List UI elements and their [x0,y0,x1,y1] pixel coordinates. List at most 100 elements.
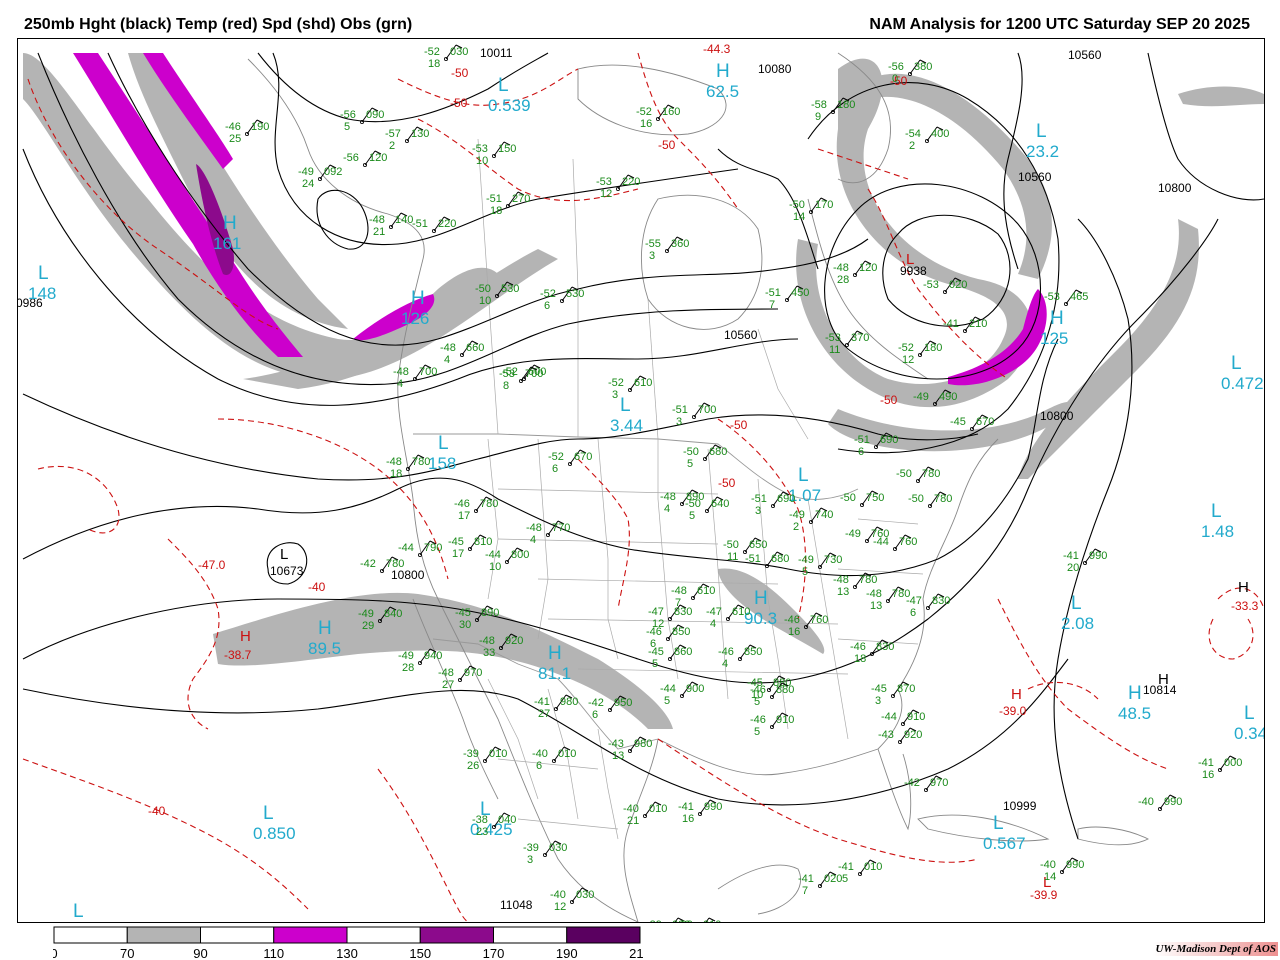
station-observation[interactable]: -44 900 5 [660,681,704,707]
height-contour-label: 10560 [1068,48,1102,62]
station-observation[interactable]: -50 750 [840,490,884,507]
station-observation[interactable]: -52 160 16 [636,104,680,130]
station-observation[interactable]: -48 660 4 [440,340,484,366]
height-contour-3 [22,148,799,406]
station-observation[interactable]: -39 010 26 [463,746,507,772]
obs-height: 490 [939,391,957,403]
station-observation[interactable]: -54 400 2 [905,126,949,152]
obs-dewpoint-depression: 29 [362,620,374,632]
station-observation[interactable]: -56 120 [343,150,387,168]
station-observation[interactable]: -48 780 18 [386,454,430,480]
station-observation[interactable]: -55 360 3 [645,236,689,262]
station-observation[interactable]: -42 950 6 [588,695,632,721]
station-observation[interactable]: -46 910 5 [750,712,794,738]
obs-height: 700 [525,368,543,380]
center-value: 1.48 [1201,522,1234,541]
station-observation[interactable]: -56 090 5 [340,107,384,133]
obs-temperature: -44 [660,683,676,695]
center-value: 161 [213,234,241,253]
station-observation[interactable]: -51 450 7 [765,285,809,311]
station-observation[interactable]: -49 092 24 [298,164,342,190]
station-observation[interactable]: -53 465 [1044,289,1088,306]
obs-height: 990 [1089,550,1107,562]
station-observation[interactable]: -39 010 [677,917,721,922]
station-observation[interactable]: -50 680 5 [683,444,727,470]
station-observation[interactable]: -47 830 6 [906,593,950,619]
pressure-center-label: L1.48 [1201,501,1234,541]
station-observation[interactable]: -50 780 [896,466,940,483]
weather-map[interactable]: 10011 10080 10560 10560 10800 0986 9938 10560 10… [17,38,1265,923]
station-observation[interactable]: -45 860 5 [648,644,692,670]
station-observation[interactable]: -57 130 2 [385,126,429,152]
station-observation[interactable]: -51 680 [745,551,789,569]
center-letter: L [438,433,449,454]
temp-contour-9 [377,768,469,922]
station-observation[interactable]: -40 990 [1138,794,1182,812]
obs-dewpoint-depression: 0 [892,73,898,85]
station-observation[interactable]: -48 700 4 [393,364,437,390]
center-value: 48.5 [1118,704,1151,723]
station-observation[interactable]: -53 150 10 [472,141,516,167]
station-observation[interactable]: -41 020 7 [798,871,842,897]
height-contour-label: 10673 [270,564,304,578]
station-observation[interactable]: -50 780 [908,491,952,508]
station-observation[interactable]: -51 700 3 [672,402,716,428]
station-observation[interactable]: -40 990 14 [1040,857,1084,883]
station-observation[interactable]: -40 010 21 [623,801,667,827]
obs-dewpoint-depression: 2 [389,140,395,152]
station-observation[interactable]: -46 780 17 [454,496,498,522]
obs-height: 780 [934,493,952,505]
station-observation[interactable]: -41 980 27 [534,694,578,720]
station-observation[interactable]: -48 78013 [866,586,910,612]
pressure-center-marker: H [1158,671,1169,688]
station-observation[interactable]: -40 030 12 [550,887,594,913]
station-observation[interactable]: -51 270 18 [486,191,530,217]
station-observation[interactable]: -48 970 27 [438,665,482,691]
obs-dewpoint-depression: 5 [754,696,760,708]
station-observation[interactable]: -50 640 5 [685,496,729,522]
obs-height: 760 [899,536,917,548]
station-observation[interactable]: -48 140 21 [369,212,413,238]
obs-temperature: -46 [454,498,470,510]
station-observation[interactable]: -46 850 4 [718,644,762,670]
station-observation[interactable]: -49 740 2 [789,507,833,533]
obs-height: 790 [424,542,442,554]
obs-temperature: -50 [908,493,924,505]
station-observation[interactable]: -41 990 16 [678,799,722,825]
obs-temperature: -39 [677,919,693,922]
obs-temperature: -41 [678,801,694,813]
station-observation[interactable]: -53 700 8 [499,366,543,392]
obs-temperature: -52 [636,106,652,118]
center-letter: L [1036,121,1047,142]
station-observation[interactable]: -53 220 12 [596,174,640,200]
obs-height: 840 [384,608,402,620]
obs-dewpoint-depression: 33 [483,647,495,659]
obs-height: 920 [904,729,922,741]
station-observation[interactable]: -41 000 16 [1198,755,1242,781]
station-observation[interactable]: -45 870 3 [871,681,915,707]
station-observation[interactable]: -48 770 4 [526,520,570,546]
station-observation[interactable]: -41 010 5 [838,859,882,885]
obs-height: 610 [732,606,750,618]
station-observation[interactable]: -49 940 28 [398,648,442,674]
obs-temperature: -50 [896,468,912,480]
station-observation[interactable]: -42 970 [904,775,948,793]
station-observation[interactable]: -50 170 14 [789,197,833,223]
center-value: 0.850 [253,824,296,843]
obs-dewpoint-depression: 25 [229,133,241,145]
obs-temperature: -41 [1063,550,1079,562]
station-observation[interactable]: -48 120 28 [833,260,877,286]
station-observation[interactable]: -46 190 25 [225,119,269,145]
station-observation[interactable]: -44 910 [881,709,925,727]
obs-dewpoint-depression: 13 [612,750,624,762]
obs-dewpoint-depression: 16 [788,626,800,638]
station-observation[interactable]: -52 180 12 [898,340,942,366]
station-observation[interactable]: -44 800 10 [485,547,529,573]
station-observation[interactable]: -52 670 6 [548,449,592,475]
height-contour-7 [22,393,979,481]
station-observation[interactable]: -46 830 18 [850,639,894,665]
obs-dewpoint-depression: 14 [793,211,805,223]
station-observation[interactable]: -44 760 [873,534,917,551]
obs-temperature: -48 [386,456,402,468]
station-observation[interactable]: -43 980 13 [608,736,652,762]
